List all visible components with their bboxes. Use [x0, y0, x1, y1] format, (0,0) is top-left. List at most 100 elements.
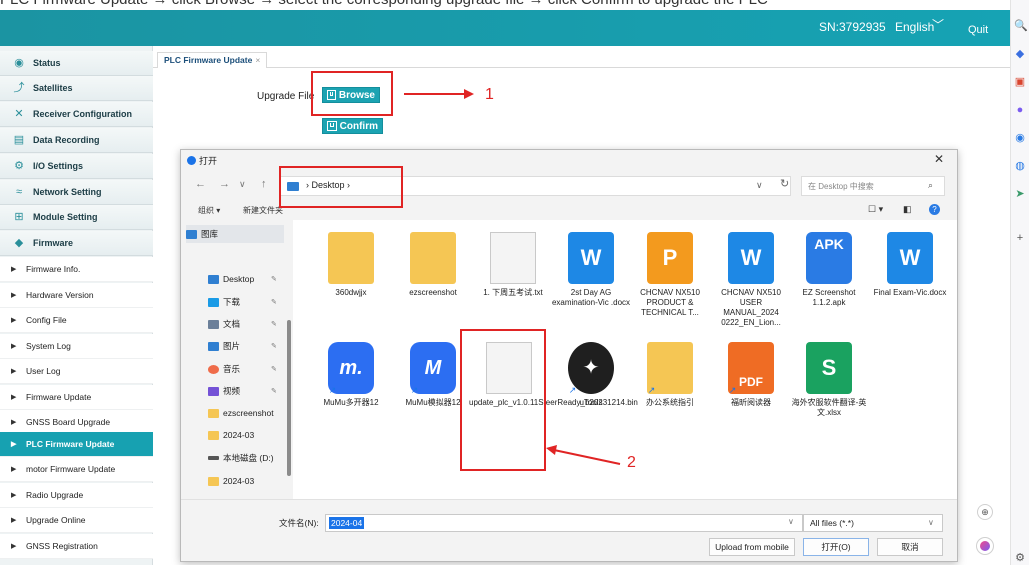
sidebar-subitem-plc-firmware-update[interactable]: ▶ PLC Firmware Update: [0, 432, 153, 457]
send-icon[interactable]: ➤: [1014, 188, 1026, 200]
nav-item-pictures[interactable]: 图片 ✎: [208, 337, 277, 355]
profile-icon[interactable]: ●: [1014, 104, 1026, 116]
sidebar-item-firmware[interactable]: ◆ Firmware: [0, 231, 153, 256]
help-icon[interactable]: ?: [929, 204, 940, 215]
sidebar-subitem-label: PLC Firmware Update: [26, 439, 115, 449]
file-item[interactable]: W CHCNAV NX510 USER MANUAL_2024 0222_EN_…: [711, 228, 791, 338]
sidebar-item-receiver-configuration[interactable]: ✕ Receiver Configuration: [0, 102, 153, 127]
close-icon[interactable]: ✕: [934, 152, 944, 166]
toolbox-icon[interactable]: ▣: [1014, 76, 1026, 88]
sidebar-subitem-upgrade-online[interactable]: ▶ Upgrade Online: [0, 508, 153, 533]
video-icon: [208, 386, 219, 396]
upload-from-mobile-button[interactable]: Upload from mobile: [709, 538, 795, 556]
up-arrow-icon[interactable]: ↑: [261, 178, 267, 190]
sidebar-subitem-firmware-info[interactable]: ▶ Firmware Info.: [0, 257, 153, 282]
chevron-down-icon[interactable]: ∨: [756, 180, 763, 191]
file-item[interactable]: APK EZ Screenshot 1.1.2.apk: [789, 228, 869, 338]
file-item[interactable]: ezscreenshot: [393, 228, 473, 338]
file-item[interactable]: 1. 下周五考试.txt: [473, 228, 553, 338]
sidebar-subitem-hardware-version[interactable]: ▶ Hardware Version: [0, 283, 153, 308]
back-arrow-icon[interactable]: ←: [195, 178, 206, 190]
sidebar-item-network-setting[interactable]: ≈ Network Setting: [0, 180, 153, 205]
nav-item-label: 视频: [223, 386, 241, 396]
file-name: ezscreenshot: [409, 288, 457, 297]
outlook-icon[interactable]: ◍: [1014, 160, 1026, 172]
nav-item-gallery[interactable]: 图库: [186, 225, 284, 243]
nav-item-videos[interactable]: 视频 ✎: [208, 382, 277, 400]
nav-item-2024-03-b[interactable]: 2024-03: [208, 472, 254, 490]
nav-item-downloads[interactable]: 下载 ✎: [208, 293, 277, 311]
filetype-select[interactable]: All files (*.*) ∨: [803, 514, 943, 532]
sidebar-item-data-recording[interactable]: ▤ Data Recording: [0, 128, 153, 153]
file-item[interactable]: W 2st Day AG examination-Vic .docx: [551, 228, 631, 338]
close-icon[interactable]: ×: [255, 55, 260, 65]
file-name: EZ Screenshot 1.1.2.apk: [802, 288, 856, 307]
recent-locations-icon[interactable]: ∨: [239, 179, 246, 190]
file-item[interactable]: S 海外农服软件翻译-英文.xlsx: [789, 338, 869, 448]
nav-scrollbar[interactable]: [287, 320, 291, 476]
apk-icon: APK: [806, 232, 852, 284]
folder-icon: [410, 232, 456, 284]
quit-button[interactable]: Quit: [968, 24, 988, 36]
file-item[interactable]: 360dwjjx: [311, 228, 391, 338]
nav-item-label: 图片: [223, 341, 241, 351]
cancel-button[interactable]: 取消: [877, 538, 943, 556]
refresh-icon[interactable]: ↻: [780, 177, 789, 190]
nav-item-local-disk-d[interactable]: 本地磁盘 (D:): [208, 449, 274, 467]
nav-item-2024-03[interactable]: 2024-03: [208, 426, 254, 444]
add-icon[interactable]: +: [1014, 232, 1026, 244]
nav-item-music[interactable]: 音乐 ✎: [208, 360, 277, 378]
settings-icon[interactable]: ⚙: [1014, 552, 1026, 564]
sidebar-subitem-firmware-update[interactable]: ▶ Firmware Update: [0, 385, 153, 410]
language-select[interactable]: English: [895, 20, 934, 34]
sidebar-item-module-setting[interactable]: ⊞ Module Setting: [0, 205, 153, 230]
file-item[interactable]: PDF ↗ 福昕阅读器: [711, 338, 791, 448]
sidebar-item-satellites[interactable]: ⤴ Satellites: [0, 76, 153, 101]
file-item[interactable]: ↗ 办公系统指引: [630, 338, 710, 448]
confirm-button[interactable]: Confirm: [322, 118, 383, 134]
file-item[interactable]: m. ↗ MuMu多开器12: [311, 338, 391, 448]
sidebar-item-label: Status: [33, 58, 61, 68]
sidebar-item-label: Receiver Configuration: [33, 109, 133, 119]
nav-item-documents[interactable]: 文档 ✎: [208, 315, 277, 333]
preview-pane-icon[interactable]: ◧: [903, 204, 912, 215]
nav-item-ezscreenshot[interactable]: ezscreenshot: [208, 404, 274, 422]
sidebar-subitem-user-log[interactable]: ▶ User Log: [0, 359, 153, 384]
organize-menu[interactable]: 组织 ▾: [198, 205, 220, 216]
sidebar-subitem-motor-firmware-update[interactable]: ▶ motor Firmware Update: [0, 457, 153, 482]
sidebar-subitem-radio-upgrade[interactable]: ▶ Radio Upgrade: [0, 483, 153, 508]
copilot-icon[interactable]: ◆: [1014, 48, 1026, 60]
nav-item-label: 2024-03: [223, 476, 255, 486]
search-input[interactable]: 在 Desktop 中搜索 ⌕: [801, 176, 945, 196]
nav-item-label: 本地磁盘 (D:): [223, 453, 274, 463]
open-button[interactable]: 打开(O): [803, 538, 869, 556]
nav-item-desktop[interactable]: Desktop ✎: [208, 270, 277, 288]
search-icon[interactable]: 🔍: [1014, 20, 1028, 32]
tools-icon: ✕: [14, 108, 24, 120]
sidebar-item-io-settings[interactable]: ⚙ I/O Settings: [0, 154, 153, 179]
filename-value: 2024-04: [329, 517, 365, 529]
file-item[interactable]: W Final Exam-Vic.docx: [870, 228, 950, 338]
new-folder-button[interactable]: 新建文件夹: [243, 205, 283, 216]
file-item[interactable]: P CHCNAV NX510 PRODUCT & TECHNICAL T...: [630, 228, 710, 338]
sidebar-item-status[interactable]: ◉ Status: [0, 51, 153, 76]
sidebar-subitem-label: Config File: [26, 315, 67, 325]
search-icon: ⌕: [928, 180, 934, 190]
shortcut-arrow-icon: ↗: [647, 385, 656, 395]
sidebar-subitem-config-file[interactable]: ▶ Config File: [0, 308, 153, 333]
file-item[interactable]: ✦ ↗ uTools: [551, 338, 631, 448]
forward-arrow-icon[interactable]: →: [219, 178, 230, 190]
sidebar-subitem-system-log[interactable]: ▶ System Log: [0, 334, 153, 359]
chevron-down-icon[interactable]: ﹀: [932, 16, 944, 33]
status-icon: ◉: [14, 57, 24, 69]
sidebar-subitem-gnss-registration[interactable]: ▶ GNSS Registration: [0, 534, 153, 559]
triangle-right-icon: ▶: [11, 368, 17, 375]
office-icon[interactable]: ◉: [1014, 132, 1026, 144]
translate-icon[interactable]: ⊕: [977, 504, 993, 520]
assistant-icon[interactable]: [976, 537, 994, 555]
tab-plc-firmware-update[interactable]: PLC Firmware Update ×: [157, 52, 268, 68]
view-options-icon[interactable]: ☐ ▾: [868, 204, 883, 215]
filename-input[interactable]: 2024-04 ∨: [325, 514, 803, 532]
chevron-down-icon[interactable]: ∨: [788, 517, 794, 526]
annotation-box-browse: [311, 71, 393, 116]
